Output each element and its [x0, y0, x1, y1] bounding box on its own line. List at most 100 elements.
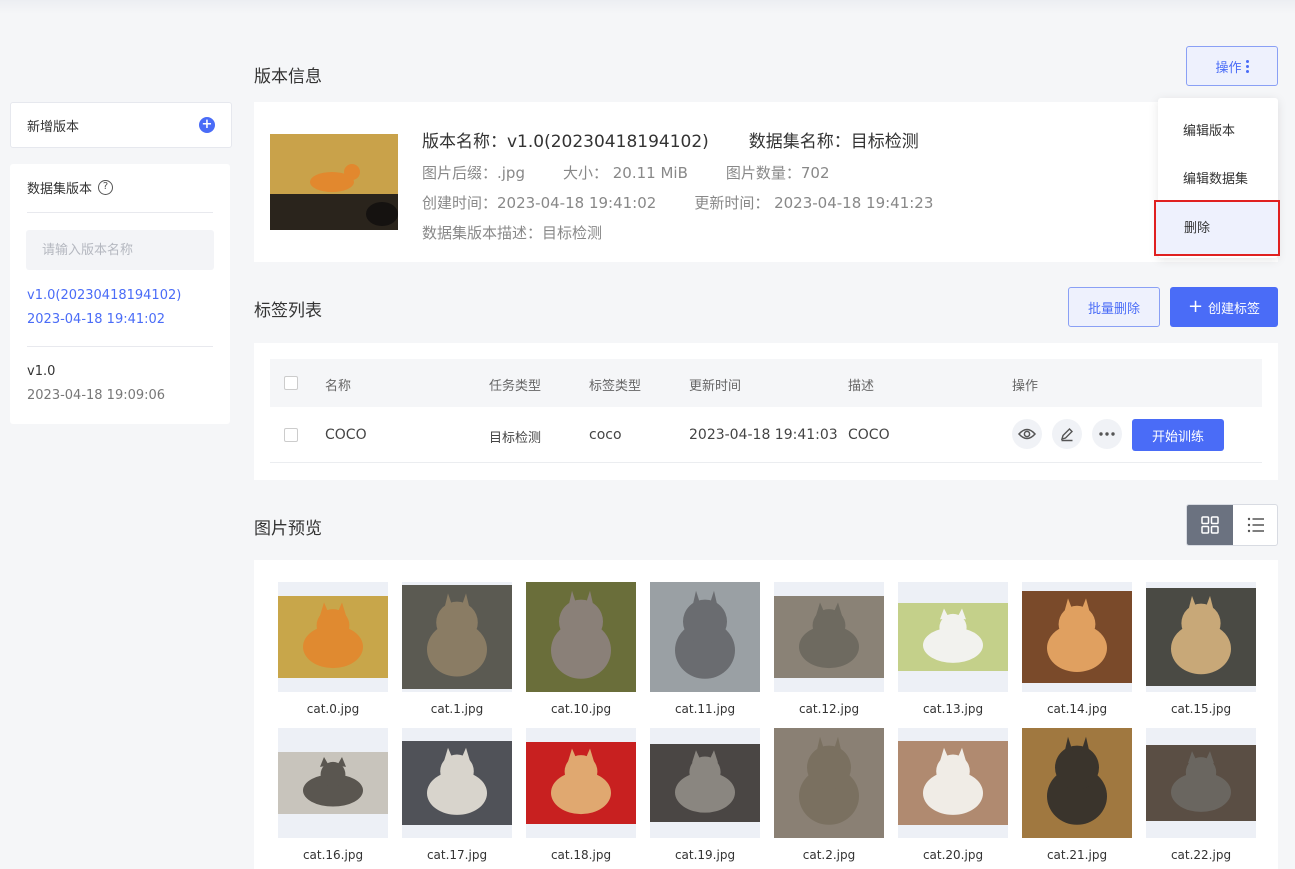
- image-tile[interactable]: cat.20.jpg: [898, 728, 1008, 862]
- more-horizontal-icon[interactable]: [1092, 419, 1122, 449]
- menu-item-edit-version[interactable]: 编辑版本: [1158, 108, 1278, 156]
- image-filename: cat.21.jpg: [1046, 848, 1108, 862]
- image-tile[interactable]: cat.18.jpg: [526, 728, 636, 862]
- divider: [27, 346, 213, 347]
- version-item[interactable]: v1.0 2023-04-18 19:09:06: [10, 360, 230, 408]
- image-tile[interactable]: cat.17.jpg: [402, 728, 512, 862]
- version-date: 2023-04-18 19:09:06: [27, 388, 166, 403]
- version-name-text: 版本名称：v1.0(20230418194102): [422, 132, 709, 152]
- image-tile[interactable]: cat.14.jpg: [1022, 582, 1132, 716]
- row-checkbox[interactable]: [284, 428, 298, 442]
- meta-line: 图片后缀：.jpg 大小： 20.11 MiB 图片数量：702: [422, 162, 830, 183]
- version-item[interactable]: v1.0(20230418194102) 2023-04-18 19:41:02: [10, 284, 230, 332]
- edit-pencil-icon[interactable]: [1052, 419, 1082, 449]
- image-filename: cat.15.jpg: [1170, 702, 1232, 716]
- image-thumbnail: [1022, 582, 1132, 692]
- version-name-line: 版本名称：v1.0(20230418194102) 数据集名称：目标检测: [422, 127, 919, 152]
- image-filename: cat.13.jpg: [922, 702, 984, 716]
- dataset-size: 大小： 20.11 MiB: [562, 164, 688, 182]
- add-version-label: 新增版本: [27, 119, 80, 135]
- image-tile[interactable]: cat.21.jpg: [1022, 728, 1132, 862]
- view-eye-icon[interactable]: [1012, 419, 1042, 449]
- plus-icon: +: [1187, 296, 1204, 317]
- help-icon[interactable]: ?: [98, 180, 114, 195]
- image-filename: cat.10.jpg: [550, 702, 612, 716]
- create-label-button[interactable]: + 创建标签: [1170, 287, 1278, 327]
- image-tile[interactable]: cat.13.jpg: [898, 582, 1008, 716]
- column-header: 名称: [325, 379, 352, 394]
- image-thumbnail: [1146, 582, 1256, 692]
- grid-view-icon[interactable]: [1187, 505, 1233, 545]
- image-thumbnail: [774, 582, 884, 692]
- column-header: 操作: [1012, 379, 1039, 394]
- top-bar: [0, 0, 1295, 14]
- table-header: 名称 任务类型 标签类型 更新时间 描述 操作: [270, 359, 1262, 407]
- image-filename: cat.2.jpg: [802, 848, 856, 862]
- image-thumbnail: [526, 728, 636, 838]
- image-tile[interactable]: cat.10.jpg: [526, 582, 636, 716]
- column-header: 任务类型: [489, 379, 542, 394]
- label-name: COCO: [325, 427, 367, 443]
- image-filename: cat.16.jpg: [302, 848, 364, 862]
- image-suffix: 图片后缀：.jpg: [422, 164, 525, 182]
- version-search-input[interactable]: [26, 230, 214, 270]
- select-all-checkbox[interactable]: [284, 376, 298, 390]
- image-tile[interactable]: cat.15.jpg: [1146, 582, 1256, 716]
- column-header: 更新时间: [689, 379, 742, 394]
- image-tile[interactable]: cat.19.jpg: [650, 728, 760, 862]
- version-thumbnail: [270, 134, 398, 230]
- menu-item-delete[interactable]: 删除: [1154, 200, 1280, 256]
- label-list-title: 标签列表: [254, 301, 322, 321]
- list-view-icon[interactable]: [1233, 505, 1277, 545]
- operations-button[interactable]: 操作: [1186, 46, 1278, 86]
- version-panel-title: 数据集版本 ?: [27, 178, 114, 197]
- image-filename: cat.14.jpg: [1046, 702, 1108, 716]
- batch-delete-button[interactable]: 批量删除: [1068, 287, 1160, 327]
- time-line: 创建时间：2023-04-18 19:41:02 更新时间： 2023-04-18…: [422, 192, 933, 213]
- image-tile[interactable]: cat.1.jpg: [402, 582, 512, 716]
- more-vertical-icon: [1245, 59, 1249, 73]
- image-count: 图片数量：702: [725, 164, 830, 182]
- image-filename: cat.19.jpg: [674, 848, 736, 862]
- image-thumbnail: [898, 728, 1008, 838]
- image-filename: cat.1.jpg: [430, 702, 484, 716]
- created-time: 创建时间：2023-04-18 19:41:02: [422, 194, 657, 212]
- add-version-button[interactable]: 新增版本 +: [10, 102, 232, 148]
- image-thumbnail: [402, 728, 512, 838]
- image-tile[interactable]: cat.0.jpg: [278, 582, 388, 716]
- version-panel-title-text: 数据集版本: [27, 182, 93, 197]
- image-preview-title: 图片预览: [254, 519, 322, 539]
- image-thumbnail: [278, 582, 388, 692]
- dataset-name-text: 数据集名称：目标检测: [748, 132, 919, 152]
- operations-menu: 编辑版本 编辑数据集 删除: [1154, 98, 1280, 258]
- start-training-button[interactable]: 开始训练: [1132, 419, 1224, 451]
- updated-time: 更新时间： 2023-04-18 19:41:23: [694, 194, 934, 212]
- image-filename: cat.17.jpg: [426, 848, 488, 862]
- divider: [27, 212, 213, 213]
- image-tile[interactable]: cat.16.jpg: [278, 728, 388, 862]
- version-name: v1.0(20230418194102): [27, 288, 182, 303]
- column-header: 标签类型: [589, 379, 642, 394]
- description-line: 数据集版本描述：目标检测: [422, 224, 603, 242]
- view-toggle: [1186, 504, 1278, 546]
- version-name: v1.0: [27, 364, 56, 379]
- column-header: 描述: [848, 379, 875, 394]
- image-tile[interactable]: cat.2.jpg: [774, 728, 884, 862]
- label-type: coco: [589, 427, 622, 443]
- task-type: 目标检测: [489, 431, 542, 446]
- image-tile[interactable]: cat.11.jpg: [650, 582, 760, 716]
- image-thumbnail: [650, 582, 760, 692]
- image-filename: cat.20.jpg: [922, 848, 984, 862]
- image-tile[interactable]: cat.22.jpg: [1146, 728, 1256, 862]
- image-thumbnail: [1146, 728, 1256, 838]
- image-tile[interactable]: cat.12.jpg: [774, 582, 884, 716]
- image-filename: cat.0.jpg: [306, 702, 360, 716]
- image-thumbnail: [650, 728, 760, 838]
- image-thumbnail: [898, 582, 1008, 692]
- image-thumbnail: [526, 582, 636, 692]
- version-info-title: 版本信息: [254, 67, 322, 87]
- table-row: COCO 目标检测 coco 2023-04-18 19:41:03 COCO …: [270, 407, 1262, 463]
- version-panel: 数据集版本 ? v1.0(20230418194102) 2023-04-18 …: [10, 164, 230, 424]
- image-filename: cat.18.jpg: [550, 848, 612, 862]
- menu-item-edit-dataset[interactable]: 编辑数据集: [1158, 156, 1278, 204]
